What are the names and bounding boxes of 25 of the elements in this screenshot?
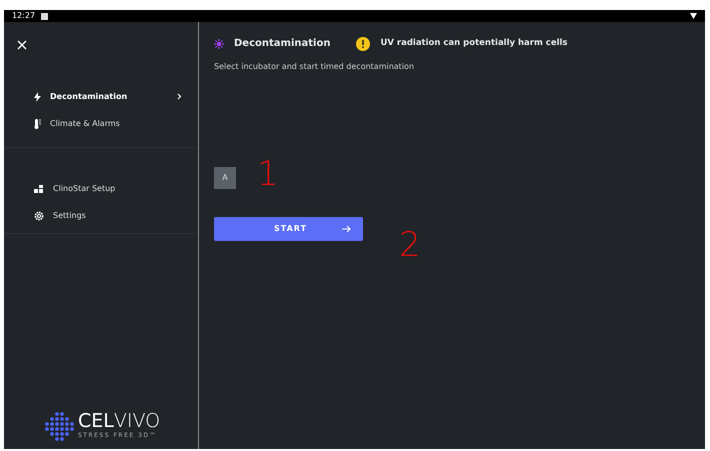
arrow-icon <box>342 225 351 233</box>
page-title: Decontamination <box>234 37 330 51</box>
chevron-icon <box>177 93 182 100</box>
instruction-text: Select incubator and start timed decontamination <box>214 61 416 73</box>
annotation-number: 1 <box>257 157 279 191</box>
bolt-icon <box>34 92 41 102</box>
globe-logo-icon <box>44 411 74 441</box>
notification-icon <box>41 12 48 20</box>
annotation-number: 2 <box>399 228 421 262</box>
blocks-icon <box>34 184 44 192</box>
incubator-button[interactable]: A <box>214 167 236 189</box>
sidebar-item[interactable]: Settings <box>8 202 194 229</box>
warning-icon <box>356 36 370 50</box>
gear-icon <box>34 210 44 220</box>
sidebar-item[interactable]: Climate & Alarms <box>8 110 194 137</box>
sidebar-item[interactable]: ClinoStar Setup <box>8 175 194 202</box>
thermometer-icon <box>34 118 41 128</box>
sun-icon <box>214 38 224 48</box>
status-time: 12:27 <box>12 10 36 22</box>
sidebar-item[interactable]: Decontamination <box>8 83 194 110</box>
wifi-icon <box>690 13 697 19</box>
logo-wordmark: CELVIVO <box>78 412 160 431</box>
warning-text: UV radiation can potentially harm cells <box>380 37 568 50</box>
close-icon[interactable] <box>17 40 27 50</box>
start-button[interactable]: START <box>214 217 363 241</box>
